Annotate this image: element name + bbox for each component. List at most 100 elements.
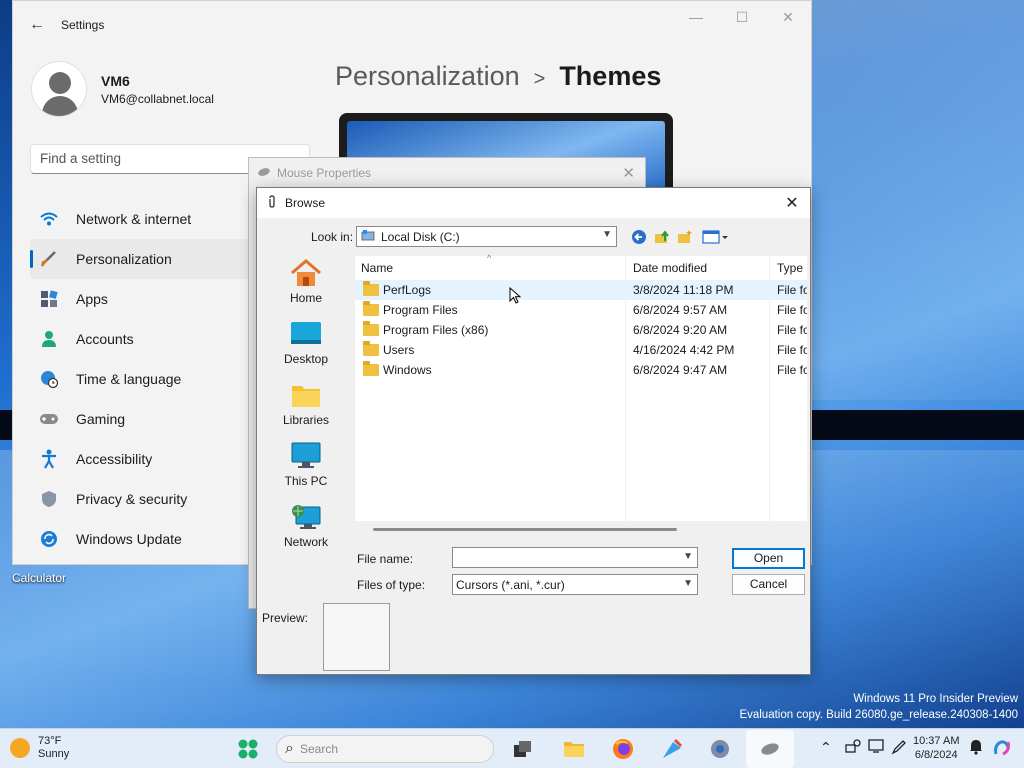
close-icon[interactable]: ✕ [622, 164, 635, 182]
shield-icon [38, 488, 60, 510]
mouse-properties-title: Mouse Properties [277, 166, 372, 180]
file-type: File fo [777, 323, 807, 337]
drive-icon [361, 229, 375, 244]
chevron-down-icon[interactable]: ▼ [683, 551, 693, 562]
file-type-value: Cursors (*.ani, *.cur) [456, 578, 565, 592]
horizontal-scrollbar[interactable] [373, 528, 677, 531]
chevron-up-icon[interactable]: ⌃ [820, 739, 832, 756]
file-type: File fo [777, 303, 807, 317]
network-status-icon[interactable] [845, 739, 861, 756]
search-placeholder: Search [299, 742, 338, 756]
preview-label: Preview: [262, 611, 309, 625]
sun-icon [10, 738, 30, 758]
column-header-type[interactable]: Type [771, 256, 811, 280]
system-clock[interactable]: 10:37 AM 6/8/2024 [913, 734, 959, 762]
cancel-button[interactable]: Cancel [732, 574, 805, 595]
place-desktop[interactable]: Desktop [263, 315, 349, 376]
browse-title: Browse [285, 196, 326, 210]
file-name: Program Files (x86) [383, 323, 489, 337]
globe-clock-icon [38, 368, 60, 390]
file-type: File fo [777, 283, 807, 297]
file-type-select[interactable]: Cursors (*.ani, *.cur) ▼ [452, 574, 698, 595]
file-list[interactable]: ^ Name Date modified Type PerfLogs 3/8/2… [355, 253, 807, 521]
file-name: Windows [383, 363, 432, 377]
weather-widget[interactable]: 73°F Sunny [10, 735, 69, 761]
mouse-icon[interactable] [758, 737, 782, 761]
file-row[interactable]: Program Files (x86) 6/8/2024 9:20 AM Fil… [355, 320, 807, 340]
nav-label: Accounts [76, 331, 134, 347]
taskbar-search[interactable]: ⌕ Search [276, 735, 494, 763]
file-row[interactable]: PerfLogs 3/8/2024 11:18 PM File fo [355, 280, 807, 300]
firefox-icon[interactable] [611, 737, 635, 761]
close-icon[interactable]: ✕ [782, 193, 802, 213]
file-row[interactable]: Users 4/16/2024 4:42 PM File fo [355, 340, 807, 360]
file-type-label: Files of type: [357, 578, 426, 592]
file-row[interactable]: Program Files 6/8/2024 9:57 AM File fo [355, 300, 807, 320]
look-in-label: Look in: [311, 230, 354, 244]
watermark-edition: Windows 11 Pro Insider Preview [853, 693, 1018, 705]
mouse-properties-titlebar: Mouse Properties ✕ [249, 158, 645, 188]
breadcrumb: Personalization > Themes [335, 61, 661, 92]
network-icon [290, 503, 322, 531]
user-profile[interactable]: VM6 VM6@collabnet.local [31, 61, 214, 117]
desktop-icon-calculator-label[interactable]: Calculator [12, 571, 66, 585]
nav-label: Accessibility [76, 451, 153, 467]
up-one-level-icon[interactable] [652, 227, 672, 247]
file-date: 6/8/2024 9:47 AM [633, 363, 728, 377]
back-icon[interactable] [629, 227, 649, 247]
nav-label: Network & internet [76, 211, 192, 227]
close-icon[interactable]: ✕ [765, 1, 811, 33]
accessibility-icon [38, 448, 60, 470]
wifi-icon [38, 208, 60, 230]
file-row[interactable]: Windows 6/8/2024 9:47 AM File fo [355, 360, 807, 380]
file-date: 6/8/2024 9:20 AM [633, 323, 728, 337]
minimize-icon[interactable]: — [673, 1, 719, 33]
file-name-label: File name: [357, 552, 414, 566]
user-email: VM6@collabnet.local [101, 91, 214, 106]
copilot-icon[interactable] [993, 739, 1011, 760]
open-button[interactable]: Open [732, 548, 805, 569]
paperclip-icon [267, 194, 277, 212]
place-label: Desktop [283, 352, 329, 366]
paint-icon[interactable] [660, 737, 684, 761]
file-name-input[interactable]: ▼ [452, 547, 698, 568]
chevron-down-icon[interactable]: ▼ [683, 578, 693, 589]
start-icon[interactable] [236, 737, 260, 761]
file-type: File fo [777, 363, 807, 377]
file-explorer-icon[interactable] [562, 737, 586, 761]
chevron-down-icon: ▼ [602, 229, 612, 240]
place-label: Home [289, 291, 322, 305]
nav-label: Time & language [76, 371, 182, 387]
preview-box [323, 603, 390, 671]
nav-label: Apps [76, 291, 108, 307]
breadcrumb-parent[interactable]: Personalization [335, 61, 520, 91]
look-in-value: Local Disk (C:) [381, 229, 460, 244]
home-icon [290, 259, 322, 287]
weather-temp: 73°F [38, 735, 62, 747]
display-icon[interactable] [868, 739, 884, 756]
this-pc-icon [290, 442, 322, 470]
look-in-dropdown[interactable]: Local Disk (C:) ▼ [356, 226, 617, 247]
places-bar: Home Desktop Libraries This PC Network [263, 254, 349, 554]
place-network[interactable]: Network [263, 498, 349, 559]
settings-gear-icon[interactable] [708, 737, 732, 761]
view-menu-icon[interactable] [701, 227, 729, 247]
column-header-date[interactable]: Date modified [627, 256, 767, 280]
place-libraries[interactable]: Libraries [263, 376, 349, 437]
place-label: Libraries [282, 413, 330, 427]
place-home[interactable]: Home [263, 254, 349, 315]
task-view-icon[interactable] [511, 737, 535, 761]
pen-icon[interactable] [891, 739, 907, 758]
new-folder-icon[interactable] [675, 227, 695, 247]
notification-bell-icon[interactable] [969, 739, 983, 758]
browse-dialog: Browse ✕ Look in: Local Disk (C:) ▼ Home [256, 187, 811, 675]
nav-label: Gaming [76, 411, 126, 427]
back-arrow-icon[interactable]: ← [13, 16, 61, 34]
maximize-icon[interactable]: ☐ [719, 1, 765, 33]
column-header-name[interactable]: Name [355, 256, 625, 280]
apps-icon [38, 288, 60, 310]
file-date: 4/16/2024 4:42 PM [633, 343, 735, 357]
place-this-pc[interactable]: This PC [263, 437, 349, 498]
browse-titlebar: Browse ✕ [257, 188, 810, 218]
window-controls: — ☐ ✕ [673, 1, 811, 33]
